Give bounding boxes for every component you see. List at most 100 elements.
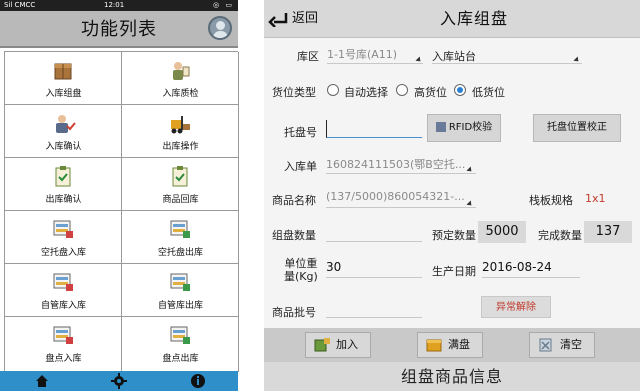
tile-label: 入库组盘 (45, 89, 82, 99)
pallet-icon (170, 326, 190, 344)
add-button[interactable]: 加入 (305, 332, 371, 358)
clear-button[interactable]: 清空 (529, 332, 595, 358)
pallet-icon (53, 220, 73, 238)
tile-label: 自管库入库 (40, 301, 86, 311)
prod-date-label: 生产日期 (432, 265, 476, 278)
group-qty-input[interactable] (326, 224, 422, 242)
radio-low-label: 低货位 (472, 86, 505, 99)
tile-label: 入库确认 (45, 142, 82, 152)
station-select[interactable] (432, 46, 582, 64)
prod-date-input[interactable]: 2016-08-24 (482, 260, 580, 278)
pallet-icon (53, 326, 73, 344)
tile-inbound-palletize[interactable]: 入库组盘 (5, 52, 122, 105)
full-pallet-icon (426, 339, 442, 352)
tile-label: 空托盘出库 (157, 248, 203, 258)
tray-input[interactable] (326, 120, 422, 138)
tile-goods-return[interactable]: 商品回库 (122, 158, 239, 211)
clear-icon (539, 338, 552, 352)
tile-self-managed-out[interactable]: 自管库出库 (122, 264, 239, 317)
batch-input[interactable] (326, 300, 422, 318)
planned-qty-value: 5000 (478, 221, 526, 243)
carrier-text: Sil CMCC (4, 1, 36, 9)
product-label: 商品名称 (272, 194, 316, 207)
order-value: 160824111503(鄂B空托... (326, 158, 466, 171)
rfid-verify-label: RFID校验 (448, 122, 493, 133)
rfid-icon (435, 122, 446, 132)
status-bar: Sil CMCC 12:01 ◎ ▭ (0, 0, 238, 11)
tile-self-managed-in[interactable]: 自管库入库 (5, 264, 122, 317)
group-qty-label: 组盘数量 (272, 229, 316, 242)
tablet-screen: 返回 入库组盘 库区 1-1号库(A11) 入库站台 货位类型 自动选择 高货位… (264, 0, 640, 391)
forklift-icon (171, 116, 190, 134)
tile-outbound-operate[interactable]: 出库操作 (122, 105, 239, 158)
radio-auto[interactable] (327, 84, 339, 96)
tile-label: 出库操作 (162, 142, 199, 152)
add-label: 加入 (336, 338, 358, 351)
area-select[interactable]: 1-1号库(A11) (327, 46, 423, 64)
rfid-verify-button[interactable]: RFID校验 (427, 114, 501, 142)
page-title: 入库组盘 (439, 9, 508, 28)
section-footer-title: 组盘商品信息 (264, 362, 640, 391)
spec-value: 1x1 (585, 192, 606, 205)
order-label: 入库单 (284, 160, 317, 173)
exception-clear-button[interactable]: 异常解除 (481, 296, 551, 318)
planned-qty-label: 预定数量 (432, 229, 476, 242)
tile-label: 入库质检 (162, 89, 199, 99)
tile-empty-pallet-out[interactable]: 空托盘出库 (122, 211, 239, 264)
person-check-icon (56, 115, 76, 133)
phone-screen: Sil CMCC 12:01 ◎ ▭ 功能列表 入库组盘 入库质检 入库确认 出… (0, 0, 239, 391)
area-value: 1-1号库(A11) (327, 48, 398, 61)
home-icon[interactable] (34, 373, 50, 389)
unit-weight-label: 单位重 量(Kg) (284, 257, 318, 283)
action-bar: 加入 满盘 清空 (264, 328, 640, 362)
tile-empty-pallet-in[interactable]: 空托盘入库 (5, 211, 122, 264)
radio-auto-label: 自动选择 (344, 86, 388, 99)
clear-label: 清空 (560, 338, 582, 351)
tile-outbound-confirm[interactable]: 出库确认 (5, 158, 122, 211)
done-qty-label: 完成数量 (538, 229, 582, 242)
full-pallet-label: 满盘 (448, 338, 470, 351)
add-box-icon (314, 338, 330, 352)
clipboard-check-icon (172, 166, 188, 187)
pallet-icon (53, 273, 73, 291)
clipboard-check-icon (55, 166, 71, 187)
gear-icon[interactable] (111, 373, 127, 389)
pallet-icon (170, 220, 190, 238)
batch-label: 商品批号 (272, 306, 316, 319)
radio-low[interactable] (454, 84, 466, 96)
tile-label: 商品回库 (162, 195, 199, 205)
tray-label: 托盘号 (284, 126, 317, 139)
pallet-icon (170, 273, 190, 291)
status-icons: ◎ ▭ (213, 1, 234, 9)
spec-label: 栈板规格 (529, 194, 573, 207)
function-grid: 入库组盘 入库质检 入库确认 出库操作 出库确认 商品回库 空托盘入库 空托盘出… (4, 51, 239, 372)
tile-stocktake-in[interactable]: 盘点入库 (5, 317, 122, 372)
order-select[interactable]: 160824111503(鄂B空托... (326, 156, 476, 174)
box-icon (54, 63, 72, 80)
tile-label: 空托盘入库 (40, 248, 86, 258)
slot-type-label: 货位类型 (272, 86, 316, 99)
tile-inbound-inspect[interactable]: 入库质检 (122, 52, 239, 105)
tile-label: 自管库出库 (157, 301, 203, 311)
done-qty-value: 137 (584, 221, 632, 243)
inspector-icon (173, 62, 190, 80)
back-label: 返回 (292, 11, 319, 26)
radio-high[interactable] (396, 84, 408, 96)
bottom-nav (0, 371, 238, 391)
tile-label: 盘点入库 (45, 354, 82, 364)
tablet-header: 返回 入库组盘 (264, 0, 640, 38)
unit-weight-input[interactable]: 30 (326, 260, 422, 278)
avatar[interactable] (208, 16, 232, 40)
tile-label: 盘点出库 (162, 354, 199, 364)
tile-inbound-confirm[interactable]: 入库确认 (5, 105, 122, 158)
info-icon[interactable] (190, 373, 206, 389)
tile-stocktake-out[interactable]: 盘点出库 (122, 317, 239, 372)
product-value: (137/5000)860054321-... (326, 190, 465, 203)
tray-position-button[interactable]: 托盘位置校正 (533, 114, 621, 142)
product-select[interactable]: (137/5000)860054321-... (326, 190, 476, 208)
page-title: 功能列表 (81, 19, 157, 40)
back-arrow-icon (268, 13, 288, 27)
full-pallet-button[interactable]: 满盘 (417, 332, 483, 358)
area-label: 库区 (297, 50, 319, 63)
tile-label: 出库确认 (45, 195, 82, 205)
